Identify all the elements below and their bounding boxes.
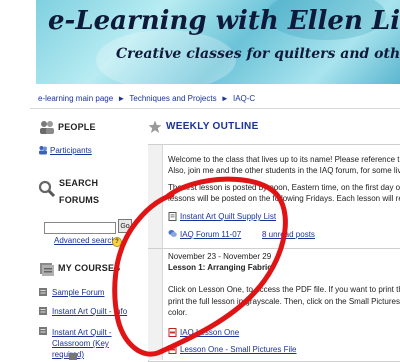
supply-list-link[interactable]: Instant Art Quilt Supply List — [180, 212, 276, 221]
pdf-icon — [168, 328, 177, 337]
course-link-sample-forum[interactable]: Sample Forum — [52, 288, 104, 297]
breadcrumb-course-link[interactable]: IAQ-C — [233, 94, 255, 103]
people-heading: PEOPLE — [58, 122, 96, 132]
lesson-title: Lesson 1: Arranging Fabric — [168, 263, 272, 272]
participants-icon — [39, 146, 47, 155]
lesson-one-link[interactable]: IAQ Lesson One — [180, 328, 239, 337]
pdf-icon — [168, 345, 177, 354]
my-courses-heading: MY COURSES — [58, 263, 121, 273]
breadcrumb-home-link[interactable]: e-learning main page — [38, 94, 113, 103]
document-icon — [168, 212, 177, 221]
section-side-bar — [148, 145, 163, 248]
course-icon — [39, 288, 47, 296]
header-divider — [30, 108, 400, 109]
intro-text-line: lessons will be posted on the following … — [168, 194, 400, 203]
course-link-iaq-info[interactable]: Instant Art Quilt - Info — [52, 307, 127, 316]
search-go-button[interactable]: Go — [118, 219, 132, 233]
courses-icon — [40, 263, 54, 276]
search-heading-line1: SEARCH — [59, 178, 99, 188]
lesson-text-line: color. — [168, 308, 188, 317]
search-icon — [38, 180, 56, 198]
help-icon[interactable]: ? — [112, 237, 122, 247]
forum-icon — [168, 230, 177, 237]
iaq-forum-link[interactable]: IAQ Forum 11-07 — [180, 230, 241, 239]
people-icon — [40, 121, 54, 134]
week-dates: November 23 - November 29 — [168, 252, 272, 261]
star-icon — [148, 120, 162, 133]
site-banner: e-Learning with Ellen Lindn Creative cla… — [36, 0, 400, 84]
course-icon — [39, 327, 47, 335]
site-subtitle: Creative classes for quilters and other … — [116, 46, 400, 62]
forum-search-input[interactable] — [44, 222, 116, 234]
breadcrumb: e-learning main page ► Techniques and Pr… — [38, 94, 255, 103]
unread-posts-link[interactable]: 8 unread posts — [262, 230, 315, 239]
search-heading-line2: FORUMS — [59, 195, 100, 205]
course-icon — [69, 353, 77, 360]
breadcrumb-separator: ► — [220, 94, 229, 103]
participants-link[interactable]: Participants — [50, 146, 92, 155]
course-link-iaq-classroom[interactable]: Instant Art Quilt - Classroom (Key requi… — [52, 327, 136, 360]
intro-text-line: The first lesson is posted by noon, East… — [168, 183, 400, 192]
weekly-outline-heading: WEEKLY OUTLINE — [166, 121, 259, 132]
course-icon — [39, 307, 47, 315]
breadcrumb-category-link[interactable]: Techniques and Projects — [129, 94, 216, 103]
advanced-search-link[interactable]: Advanced search — [54, 236, 116, 245]
lesson-text-line: print the full lesson in grayscale. Then… — [168, 297, 400, 306]
breadcrumb-separator: ► — [117, 94, 126, 103]
site-title: e-Learning with Ellen Lindn — [48, 6, 400, 36]
lesson-text-line: Click on Lesson One, to access the PDF f… — [168, 285, 400, 294]
intro-text-line: Also, join me and the other students in … — [168, 166, 400, 175]
small-pictures-link[interactable]: Lesson One - Small Pictures File — [180, 345, 297, 354]
section-side-bar — [148, 249, 163, 360]
intro-text-line: Welcome to the class that lives up to it… — [168, 155, 400, 164]
